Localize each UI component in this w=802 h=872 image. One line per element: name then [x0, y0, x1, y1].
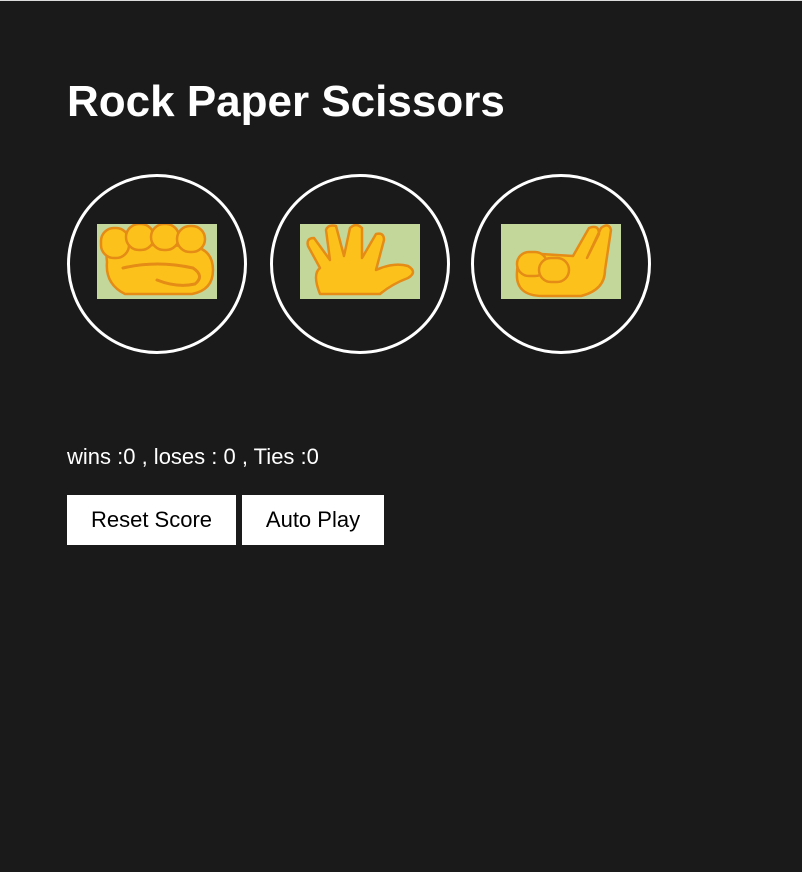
auto-play-button[interactable]: Auto Play [242, 495, 384, 545]
top-border [0, 0, 802, 1]
reset-score-button[interactable]: Reset Score [67, 495, 236, 545]
paper-button[interactable] [270, 174, 450, 354]
fist-hand-icon [97, 224, 217, 299]
scissors-button[interactable] [471, 174, 651, 354]
open-hand-icon [300, 224, 420, 299]
victory-hand-icon [501, 224, 621, 299]
page-title: Rock Paper Scissors [67, 77, 505, 126]
rock-button[interactable] [67, 174, 247, 354]
score-text: wins :0 , loses : 0 , Ties :0 [67, 444, 319, 469]
